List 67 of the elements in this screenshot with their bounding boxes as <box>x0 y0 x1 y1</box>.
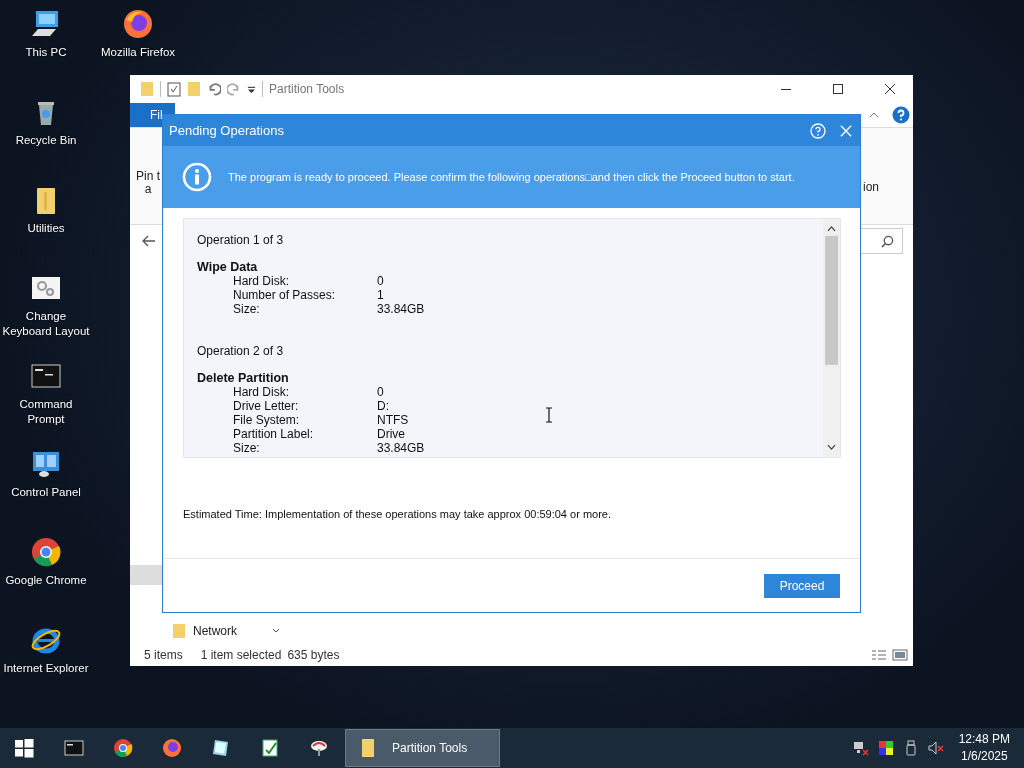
desktop-icon-label[interactable]: Command Prompt <box>0 397 92 427</box>
estimate-text: Estimated Time: Implementation of these operations may take approx 00:59:04 or more. <box>183 508 612 520</box>
muted-icon[interactable] <box>927 740 944 756</box>
ribbon-label[interactable]: ion <box>863 128 879 224</box>
info-icon <box>182 162 212 192</box>
chrome-icon[interactable] <box>112 738 133 758</box>
help-icon[interactable] <box>810 122 826 139</box>
field-label: Size: <box>232 302 261 316</box>
scrollbar[interactable] <box>823 219 840 457</box>
field-label: Number of Passes: <box>232 288 337 302</box>
dropdown-icon[interactable] <box>247 84 256 94</box>
nav-item[interactable]: Network <box>193 624 237 638</box>
field-value: 33.84GB <box>377 441 425 455</box>
field-label: Size: <box>232 441 261 455</box>
status-text: 1 item selected <box>200 648 282 662</box>
desktop-icon-label[interactable]: Internet Explorer <box>3 661 89 676</box>
firefox-icon[interactable] <box>161 738 182 758</box>
network-icon[interactable] <box>852 740 869 756</box>
clock-time[interactable]: 12:48 PM <box>958 731 1010 748</box>
desktop-icon-label[interactable]: Change Keyboard Layout <box>0 309 92 339</box>
field-value: 0 <box>377 274 384 288</box>
desktop-icon-label[interactable]: Google Chrome <box>5 573 87 588</box>
operation-heading: Operation 1 of 3 <box>197 233 285 247</box>
operation-name: Delete Partition <box>197 371 290 385</box>
ribbon-label[interactable]: Pin t <box>136 170 160 183</box>
desktop-icon-label[interactable]: Control Panel <box>11 485 81 500</box>
desktop-icon-label[interactable]: This PC <box>25 45 67 60</box>
search-icon <box>881 234 894 248</box>
field-value: 1 <box>377 288 384 302</box>
ribbon-label[interactable]: a <box>144 183 152 196</box>
tool-icon[interactable] <box>308 738 329 758</box>
field-value: NTFS <box>377 413 409 427</box>
chrome-icon[interactable] <box>30 536 62 568</box>
desktop-icon-label[interactable]: Mozilla Firefox <box>100 45 176 60</box>
field-label: Drive Letter: <box>232 399 300 413</box>
document-icon[interactable] <box>259 738 280 758</box>
clock-date[interactable]: 1/6/2025 <box>960 748 1008 765</box>
desktop-icon-label[interactable]: Utilities <box>27 221 65 236</box>
field-value: D: <box>377 399 389 413</box>
firefox-icon[interactable] <box>122 8 154 40</box>
field-value: 0 <box>377 385 384 399</box>
window-title: Partition Tools <box>269 82 345 96</box>
field-label: Hard Disk: <box>232 274 290 288</box>
windows-start-icon[interactable] <box>14 738 34 758</box>
desktop-icon-label[interactable]: Recycle Bin <box>15 133 77 148</box>
help-icon[interactable] <box>892 106 910 124</box>
field-value: 33.84GB <box>377 302 425 316</box>
field-label: Partition Label: <box>232 427 315 441</box>
status-text: 5 items <box>144 648 183 662</box>
back-icon[interactable] <box>142 235 156 247</box>
properties-icon[interactable] <box>167 81 181 97</box>
banner-message: The program is ready to proceed. Please confirm the following operations□and then click the Proceed button to start. <box>228 171 795 183</box>
operation-name: Wipe Data <box>197 260 259 274</box>
notepad-icon[interactable] <box>210 738 231 758</box>
color-icon[interactable] <box>877 740 894 756</box>
cmd-icon[interactable] <box>63 738 84 758</box>
text-cursor-icon <box>545 407 553 423</box>
status-text: 635 bytes <box>287 648 340 662</box>
taskbar-button[interactable]: Partition Tools <box>345 729 500 767</box>
operation-heading: Operation 2 of 3 <box>197 344 285 358</box>
undo-icon[interactable] <box>207 81 221 97</box>
field-label: File System: <box>232 413 300 427</box>
folder-icon <box>172 623 186 639</box>
field-value: Drive <box>377 427 405 441</box>
large-icons-view-icon[interactable] <box>892 649 908 661</box>
proceed-button[interactable]: Proceed <box>764 573 840 598</box>
field-label: Hard Disk: <box>232 385 290 399</box>
